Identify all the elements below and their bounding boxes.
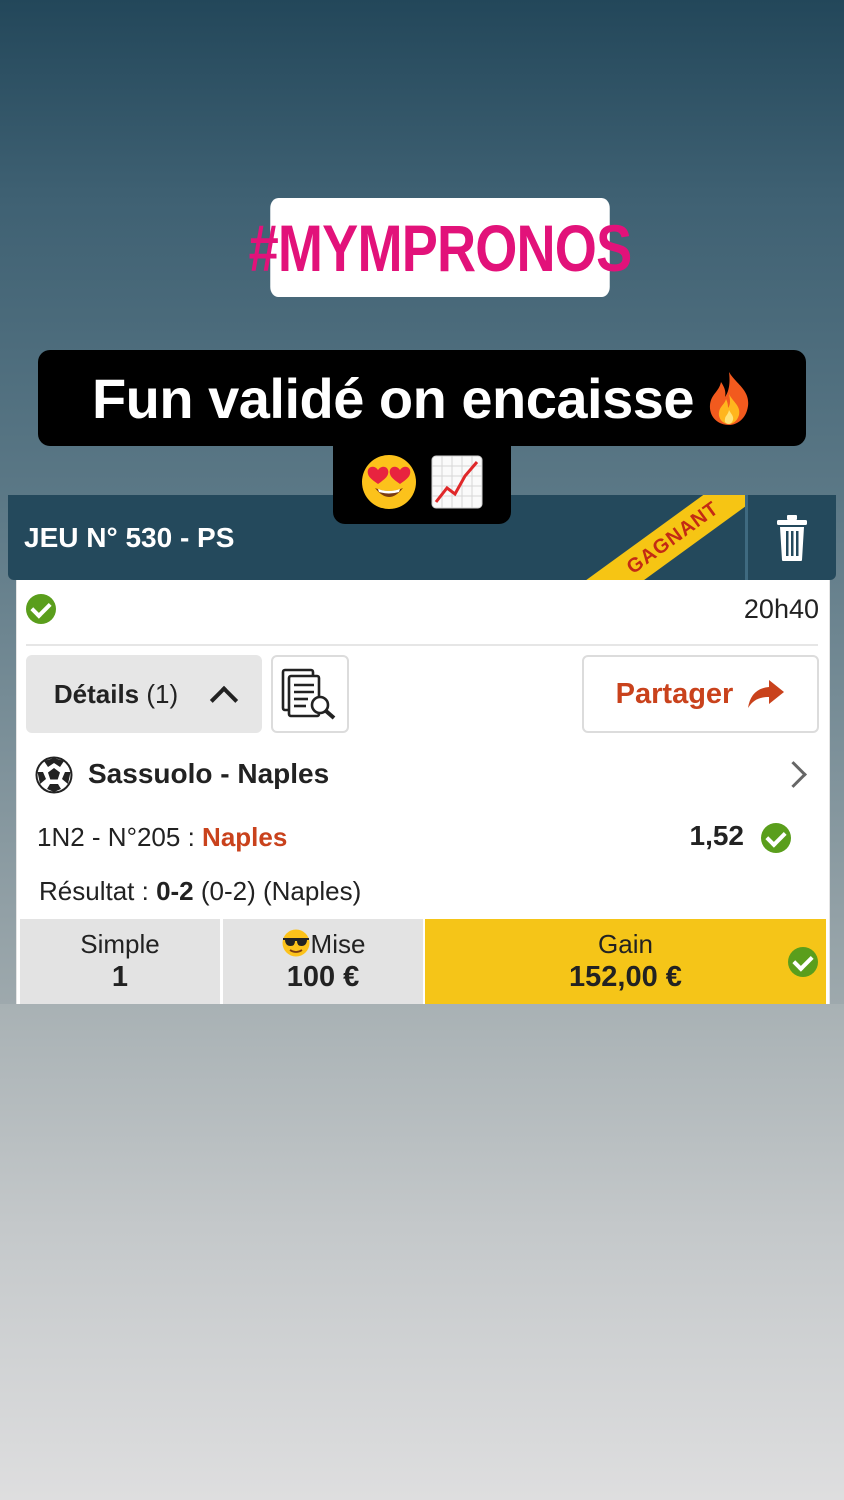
odds-value: 1,52 [689, 820, 745, 851]
result-detail: (0-2) (Naples) [200, 876, 362, 906]
game-title: JEU N° 530 - PS [24, 522, 235, 553]
share-button[interactable]: Partager [582, 655, 819, 733]
chart-increasing-emoji-icon [431, 454, 483, 510]
delete-button[interactable] [748, 495, 836, 580]
heart-eyes-emoji-icon [361, 454, 417, 510]
share-label: Partager [615, 677, 734, 710]
gain-cell: Gain 152,00 € [425, 919, 826, 1004]
stake-value: 100 € [286, 961, 360, 993]
match-time: 20h40 [743, 594, 819, 624]
bet-market: 1N2 - N°205 : [37, 822, 195, 852]
share-arrow-icon [748, 680, 785, 708]
caption-line-2 [333, 440, 511, 524]
bet-summary-footer: Simple 1 Mise 100 € Gain 152,00 € [20, 919, 826, 1004]
football-icon [35, 756, 73, 794]
divider [26, 644, 818, 646]
details-toggle-button[interactable]: Détails (1) [26, 655, 262, 733]
bet-type-value: 1 [111, 961, 129, 993]
won-check-icon [26, 594, 56, 624]
match-row[interactable]: Sassuolo - Naples [35, 756, 815, 796]
bet-selection: 1N2 - N°205 : Naples [37, 822, 287, 853]
fire-emoji-icon [706, 370, 752, 426]
chevron-up-icon [209, 685, 239, 715]
background-lower [0, 1004, 844, 1500]
gain-value: 152,00 € [569, 961, 682, 993]
gain-label: Gain [598, 929, 653, 959]
bet-type-label: Simple [80, 929, 160, 959]
match-name: Sassuolo - Naples [88, 758, 330, 789]
result-line: Résultat : 0-2 (0-2) (Naples) [39, 876, 361, 907]
chevron-right-icon [780, 761, 807, 788]
sunglasses-emoji-icon [282, 929, 310, 957]
caption-line-1: Fun validé on encaisse [38, 350, 806, 446]
view-ticket-button[interactable] [271, 655, 349, 733]
bet-card-body: 20h40 Détails (1) Partager Sassuolo - Na… [16, 580, 830, 1004]
details-count: (1) [146, 678, 179, 709]
bet-pick: Naples [202, 822, 288, 852]
document-search-icon [281, 668, 336, 720]
result-prefix: Résultat : [39, 876, 149, 906]
trash-icon [777, 514, 807, 561]
result-score: 0-2 [156, 876, 194, 906]
winner-ribbon-label: GAGNANT [565, 495, 748, 580]
hashtag-sticker: #MYMPRONOS [249, 198, 632, 297]
gain-check-icon [788, 947, 818, 977]
caption-text: Fun validé on encaisse [91, 366, 695, 430]
bet-type-cell: Simple 1 [20, 919, 220, 1004]
stake-cell: Mise 100 € [223, 919, 423, 1004]
odds-check-icon [761, 823, 791, 853]
winner-ribbon: GAGNANT [553, 495, 748, 580]
stake-label: Mise [310, 929, 366, 959]
details-label: Détails [53, 678, 140, 709]
